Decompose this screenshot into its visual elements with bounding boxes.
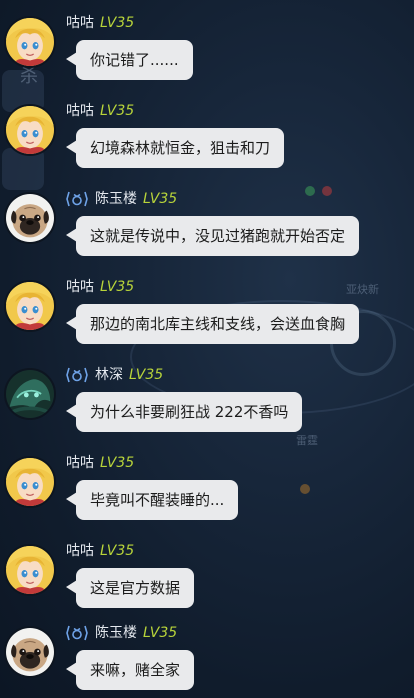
message-header: 咕咕 LV35 [66,542,134,560]
level-label: LV35 [100,279,135,295]
pug-avatar[interactable] [4,626,56,678]
message-bubble[interactable]: 你记错了...... [66,40,193,80]
blonde-girl-avatar[interactable] [4,104,56,156]
level-label: LV35 [100,15,135,31]
message-bubble[interactable]: 那边的南北库主线和支线，会送血食胸 [65,304,360,344]
blonde-girl-avatar[interactable] [4,280,56,332]
username[interactable]: 咕咕 [66,278,94,296]
message-bubble[interactable]: 来嘛，赌全家 [65,650,195,690]
username[interactable]: 林深 [95,366,123,384]
message-header: 陈玉楼 LV35 [66,624,177,642]
username[interactable]: 咕咕 [66,454,94,472]
message-bubble[interactable]: 毕竟叫不醒装睡的... [65,480,239,520]
message-bubble[interactable]: 这是官方数据 [65,568,195,608]
rank-badge-icon [66,191,88,207]
message-bubble[interactable]: 这就是传说中，没见过猪跑就开始否定 [65,216,360,256]
message-header: 咕咕 LV35 [66,14,134,32]
chat-message: 咕咕 LV35 毕竟叫不醒装睡的... [0,450,414,532]
level-label: LV35 [100,455,135,471]
username[interactable]: 咕咕 [66,542,94,560]
blonde-girl-avatar[interactable] [4,544,56,596]
chat-message: 咕咕 LV35 那边的南北库主线和支线，会送血食胸 [0,274,414,356]
level-label: LV35 [129,367,164,383]
username[interactable]: 咕咕 [66,14,94,32]
blonde-girl-avatar[interactable] [4,456,56,508]
level-label: LV35 [100,103,135,119]
dark-creature-avatar[interactable] [4,368,56,420]
message-header: 咕咕 LV35 [66,102,134,120]
level-label: LV35 [143,191,178,207]
message-header: 咕咕 LV35 [66,278,134,296]
chat-message: 咕咕 LV35 这是官方数据 [0,538,414,620]
rank-badge-icon [66,367,88,383]
chat-message: 咕咕 LV35 你记错了...... [0,10,414,92]
chat-message: 陈玉楼 LV35 来嘛，赌全家 [0,620,414,698]
message-bubble[interactable]: 为什么非要刷狂战 222不香吗 [65,392,303,432]
pug-avatar[interactable] [4,192,56,244]
blonde-girl-avatar[interactable] [4,16,56,68]
message-header: 陈玉楼 LV35 [66,190,177,208]
chat-message: 陈玉楼 LV35 这就是传说中，没见过猪跑就开始否定 [0,186,414,268]
username[interactable]: 陈玉楼 [95,624,137,642]
username[interactable]: 陈玉楼 [95,190,137,208]
chat-message: 林深 LV35 为什么非要刷狂战 222不香吗 [0,362,414,444]
level-label: LV35 [143,625,178,641]
message-header: 林深 LV35 [66,366,163,384]
rank-badge-icon [66,625,88,641]
username[interactable]: 咕咕 [66,102,94,120]
message-bubble[interactable]: 幻境森林就恒金，狙击和刀 [65,128,285,168]
chat-message: 咕咕 LV35 幻境森林就恒金，狙击和刀 [0,98,414,180]
level-label: LV35 [100,543,135,559]
message-header: 咕咕 LV35 [66,454,134,472]
